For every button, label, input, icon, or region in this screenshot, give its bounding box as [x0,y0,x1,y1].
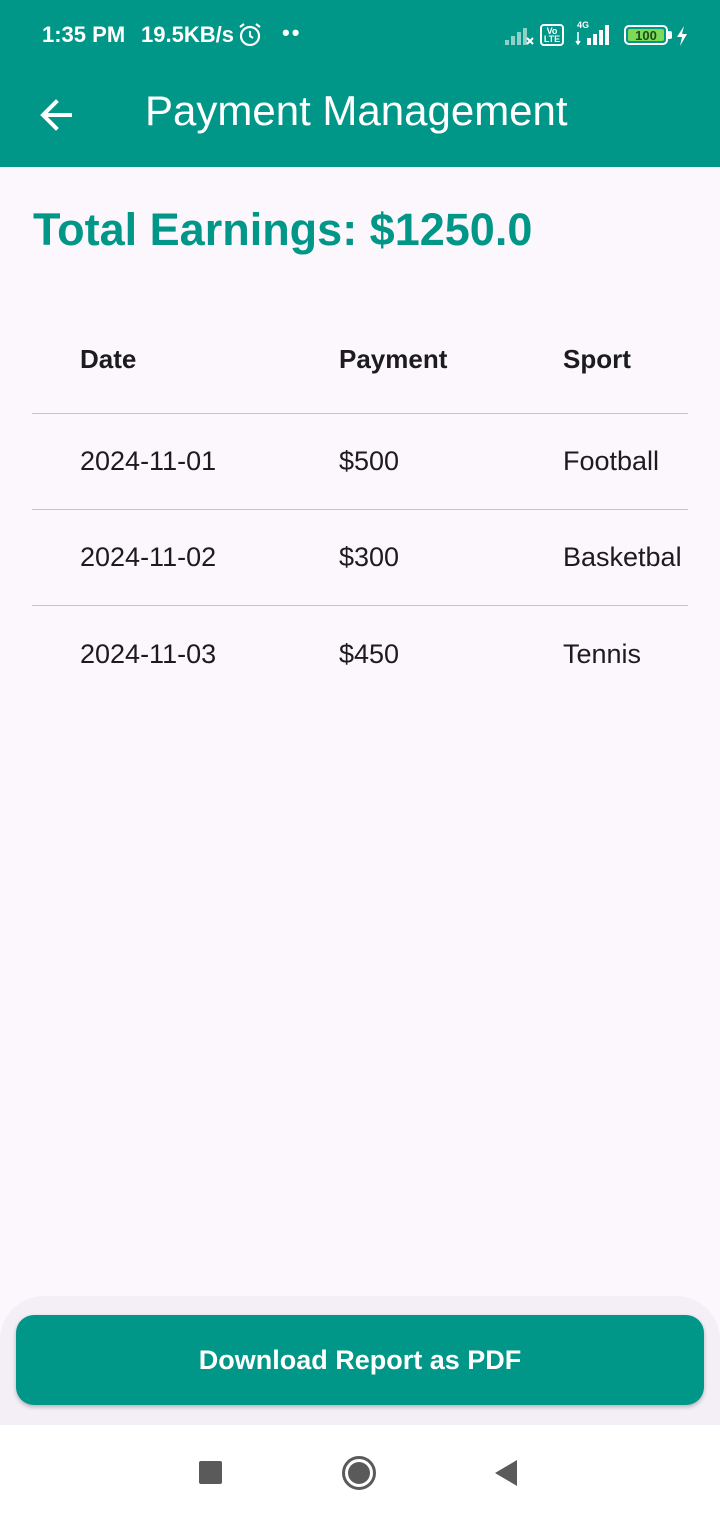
battery-level: 100 [628,29,664,42]
volte-icon: Vo LTE [540,24,564,46]
cell-date: 2024-11-02 [80,542,217,572]
cell-sport: Tennis [563,638,642,669]
back-triangle-icon[interactable] [494,1459,518,1487]
back-arrow-icon[interactable] [32,90,82,140]
cell-sport: Football [563,446,660,476]
status-bar: 1:35 PM 19.5KB/s •• Vo LTE 4G 100 [0,0,720,70]
cell-sport: Basketbal [563,542,682,572]
cell-date: 2024-11-01 [80,446,217,476]
table-row: 2024-11-02 $300 Basketbal [32,510,688,606]
notification-dots: •• [282,20,302,45]
download-pdf-button[interactable]: Download Report as PDF [16,1315,704,1405]
charging-bolt-icon [677,26,687,46]
page-title: Payment Management [145,87,568,134]
column-header-payment: Payment [339,344,448,374]
column-header-date: Date [80,344,137,374]
battery-tip [668,31,672,39]
cell-payment: $500 [339,446,400,476]
table-header-row: Date Payment Sport [32,306,688,414]
table-row: 2024-11-03 $450 Tennis [32,606,688,702]
status-time: 1:35 PM [42,22,126,47]
signal-empty-icon [505,28,534,45]
table-row: 2024-11-01 $500 Football [32,414,688,510]
cell-date: 2024-11-03 [80,638,217,669]
battery-icon: 100 [624,25,668,45]
system-nav-bar [0,1425,720,1520]
column-header-sport: Sport [563,344,631,374]
recent-apps-icon[interactable] [199,1461,222,1484]
total-earnings: Total Earnings: $1250.0 [33,204,533,255]
network-type-label: 4G [577,20,589,30]
cell-payment: $300 [339,542,400,572]
cell-payment: $450 [339,638,400,669]
app-bar: Payment Management [0,70,720,167]
signal-4g-icon: 4G [575,20,609,46]
payments-table: Date Payment Sport 2024-11-01 $500 Footb… [32,306,688,702]
alarm-icon [239,23,261,47]
home-icon[interactable] [341,1455,377,1491]
status-net-speed: 19.5KB/s [141,22,234,47]
